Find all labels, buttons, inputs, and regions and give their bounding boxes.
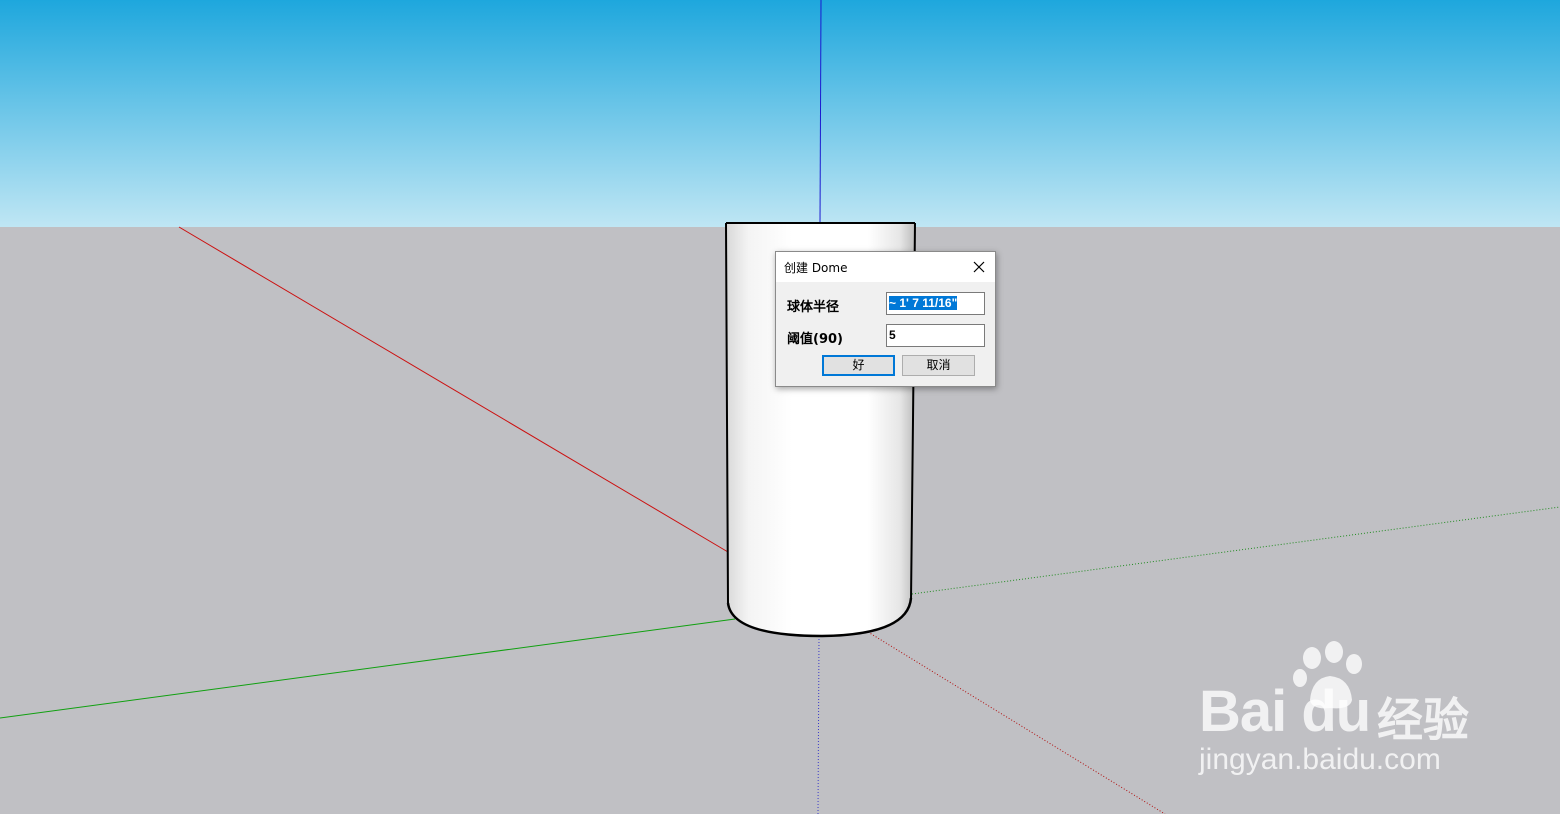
- cancel-button[interactable]: 取消: [902, 355, 975, 376]
- sky: [0, 0, 1560, 227]
- radius-label: 球体半径: [787, 300, 840, 315]
- 3d-scene[interactable]: [0, 0, 1560, 814]
- create-dome-dialog: 创建 Dome 球体半径 ~ 1' 7 11/16" 阈值(90) 5 好 取消: [775, 251, 996, 387]
- dialog-titlebar[interactable]: 创建 Dome: [776, 252, 995, 282]
- radius-input[interactable]: ~ 1' 7 11/16": [886, 292, 985, 315]
- dialog-title: 创建 Dome: [784, 261, 848, 275]
- sketchup-viewport[interactable]: [0, 0, 1560, 814]
- close-button[interactable]: [967, 255, 991, 279]
- threshold-value: 5: [889, 328, 896, 342]
- threshold-input[interactable]: 5: [886, 324, 985, 347]
- radius-value: ~ 1' 7 11/16": [889, 296, 958, 310]
- close-icon: [973, 261, 985, 273]
- threshold-label: 阈值(90): [787, 332, 843, 347]
- ok-button[interactable]: 好: [822, 355, 895, 376]
